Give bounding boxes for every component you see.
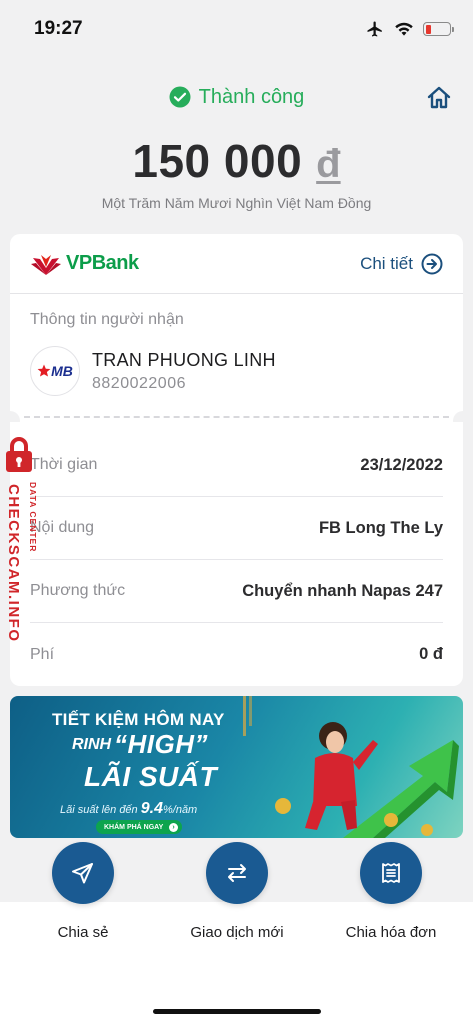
banner-rate-line: Lãi suất lên đến 9.4%/năm [60, 800, 197, 818]
vpbank-flower-icon [31, 254, 61, 275]
promo-illustration [243, 696, 459, 838]
detail-link[interactable]: Chi tiết [360, 253, 443, 275]
sender-bank-row: VPBank Chi tiết [10, 234, 463, 294]
receipt-icon [382, 863, 400, 883]
vpbank-logo-bank: Bank [91, 252, 139, 274]
new-transaction-label: Giao dịch mới [190, 924, 284, 941]
mb-bank-logo: MB [30, 346, 80, 396]
share-button-circle[interactable] [52, 842, 114, 904]
banner-high: “HIGH” [114, 729, 208, 759]
home-button[interactable] [425, 84, 453, 112]
banner-rate-value: 9.4 [140, 800, 163, 817]
mb-star-icon [37, 364, 51, 377]
recipient-info: MB TRAN PHUONG LINH 8820022006 [30, 346, 276, 396]
success-status: Thành công [0, 80, 473, 114]
vpbank-logo-vp: VP [66, 252, 92, 274]
recipient-section-label: Thông tin người nhận [30, 311, 184, 328]
amount-display: 150 000 đ [0, 134, 473, 188]
success-label: Thành công [198, 85, 305, 108]
arrow-right-circle-icon [421, 253, 443, 274]
check-circle-icon [169, 86, 191, 108]
status-icons [365, 20, 454, 38]
amount-value: 150 000 [132, 135, 303, 187]
banner-cta-button[interactable]: KHÁM PHÁ NGAY › [96, 820, 182, 834]
detail-row-content: Nội dung FB Long The Ly [30, 497, 443, 560]
wifi-icon [395, 22, 413, 36]
detail-row-time: Thời gian 23/12/2022 [30, 434, 443, 497]
airplane-icon [367, 21, 382, 37]
status-bar: 19:27 [0, 0, 473, 58]
share-button[interactable]: Chia sẻ [8, 842, 158, 941]
lock-icon [6, 437, 32, 472]
new-transaction-button[interactable]: Giao dịch mới [162, 842, 312, 941]
detail-value-content: FB Long The Ly [318, 518, 443, 537]
banner-rate-suffix: %/năm [162, 804, 198, 816]
amount-currency: đ [316, 142, 341, 186]
watermark-sub: DATA CENTER [28, 482, 38, 553]
chevron-right-icon: › [169, 822, 178, 832]
battery-icon [423, 22, 454, 36]
watermark-brand: CHECKSCAM.INFO [5, 484, 22, 643]
receipt-card-details: Thời gian 23/12/2022 Nội dung FB Long Th… [10, 422, 463, 686]
recipient-account: 8820022006 [92, 374, 186, 392]
checkscam-watermark: CHECKSCAM.INFO DATA CENTER [2, 436, 48, 666]
recipient-name: TRAN PHUONG LINH [92, 349, 276, 370]
new-transaction-circle[interactable] [206, 842, 268, 904]
mb-logo-text: MB [51, 363, 73, 379]
banner-lai-suat: LÃI SUẤT [84, 761, 218, 792]
detail-row-fee: Phí 0 đ [30, 623, 443, 686]
detail-label: Chi tiết [360, 253, 413, 273]
banner-rinh: RINH [72, 736, 112, 753]
detail-row-method: Phương thức Chuyển nhanh Napas 247 [30, 560, 443, 623]
share-label: Chia sẻ [57, 924, 109, 941]
banner-title: TIẾT KIỆM HÔM NAY [52, 710, 225, 729]
split-bill-button[interactable]: Chia hóa đơn [316, 842, 466, 941]
split-bill-label: Chia hóa đơn [345, 924, 437, 941]
amount-in-words: Một Trăm Năm Mươi Nghìn Việt Nam Đồng [101, 195, 372, 211]
vpbank-logo: VPBank [30, 252, 139, 276]
detail-value-time: 23/12/2022 [360, 455, 443, 474]
banner-rate-prefix: Lãi suất lên đến [60, 804, 138, 816]
status-time: 19:27 [34, 18, 83, 39]
receipt-card-top: VPBank Chi tiết Thông tin người nhận MB … [10, 234, 463, 412]
swap-arrows-icon [228, 864, 246, 882]
home-indicator[interactable] [153, 1009, 321, 1014]
send-icon [72, 863, 93, 884]
detail-value-method: Chuyển nhanh Napas 247 [242, 581, 443, 600]
detail-value-fee: 0 đ [419, 645, 443, 663]
banner-cta-label: KHÁM PHÁ NGAY [104, 823, 164, 831]
split-bill-circle[interactable] [360, 842, 422, 904]
promo-banner[interactable]: TIẾT KIỆM HÔM NAY RINH “HIGH” LÃI SUẤT L… [10, 696, 463, 838]
home-icon [427, 86, 451, 109]
